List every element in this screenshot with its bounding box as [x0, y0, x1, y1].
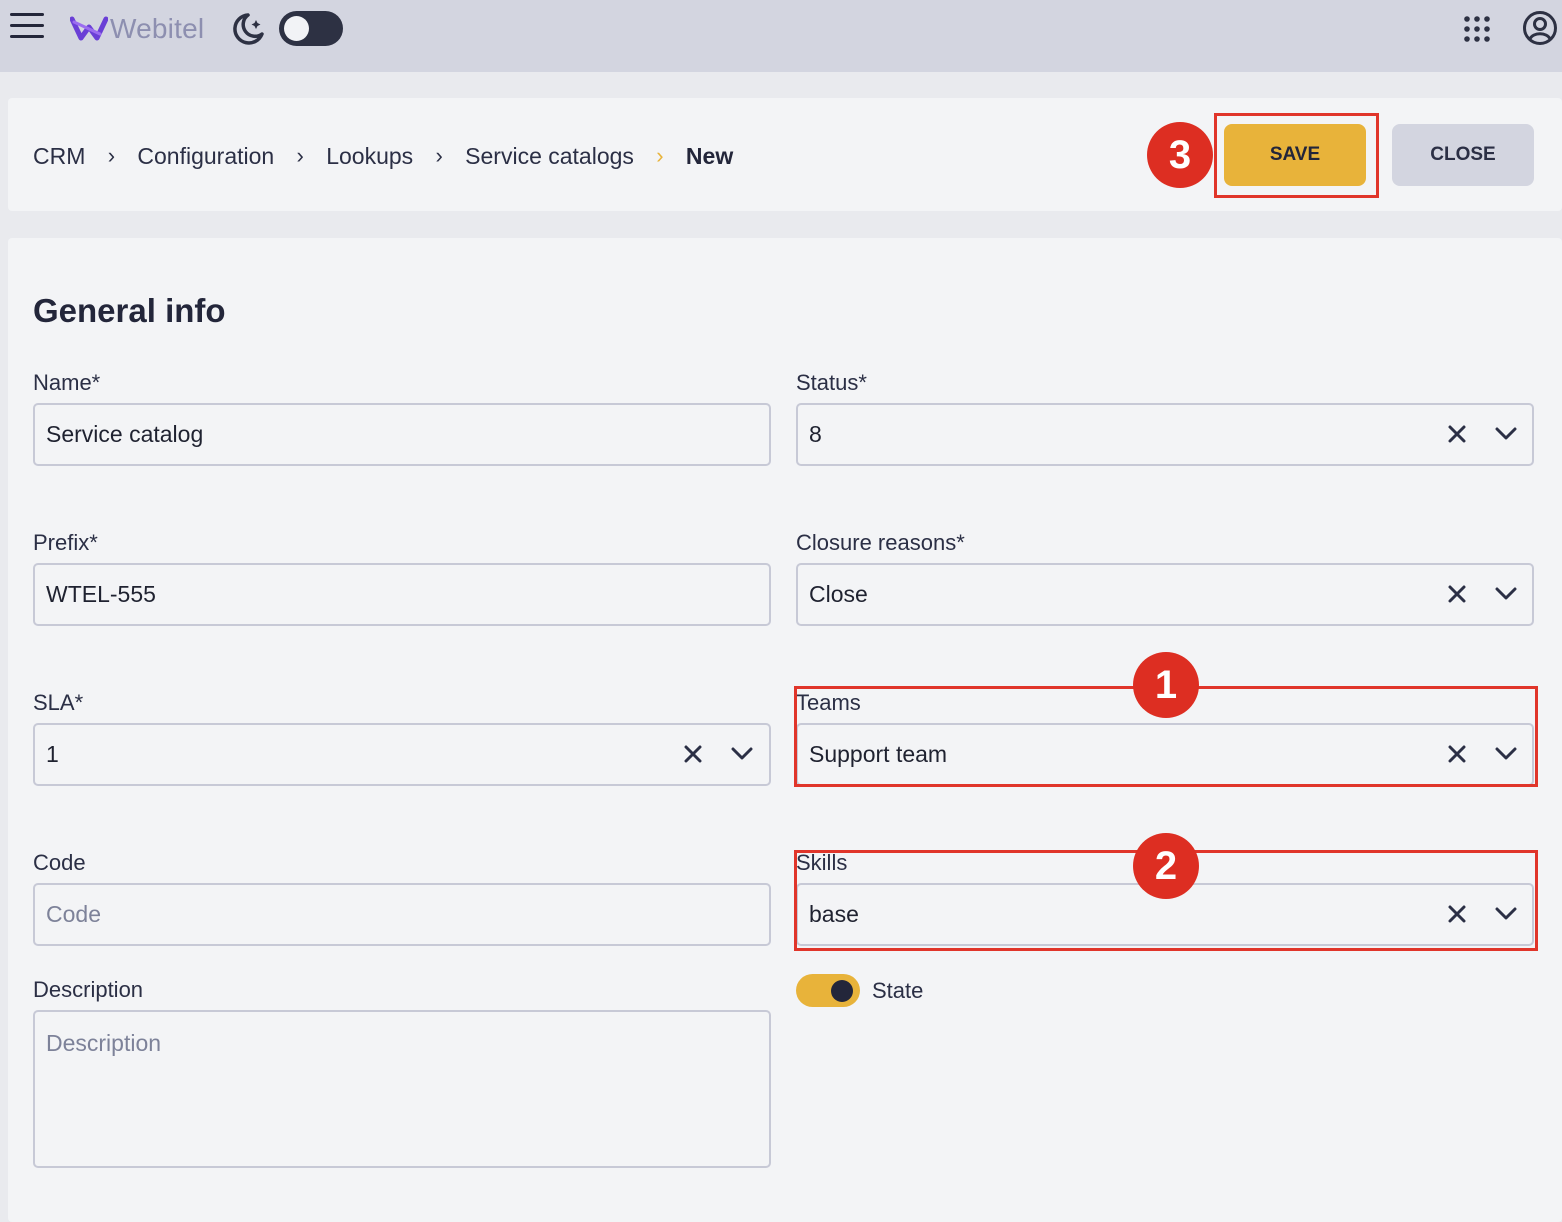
state-toggle-knob	[831, 980, 853, 1002]
apps-grid-icon[interactable]	[1463, 15, 1491, 43]
prefix-label: Prefix*	[33, 530, 98, 555]
clear-icon[interactable]	[683, 744, 703, 764]
code-placeholder: Code	[46, 901, 101, 927]
close-button[interactable]: CLOSE	[1392, 124, 1534, 186]
moon-stars-icon[interactable]	[230, 12, 266, 46]
description-textarea[interactable]: Description	[33, 1010, 771, 1168]
breadcrumb-separator: ›	[107, 143, 116, 168]
save-button[interactable]: SAVE	[1224, 124, 1366, 186]
account-icon[interactable]	[1522, 10, 1558, 46]
sla-label: SLA*	[33, 690, 84, 715]
breadcrumb-item-configuration[interactable]: Configuration	[137, 143, 274, 170]
prefix-value: WTEL-555	[46, 581, 156, 607]
chevron-down-icon[interactable]	[1495, 427, 1517, 441]
name-input[interactable]: Service catalog	[33, 403, 771, 466]
name-label: Name*	[33, 370, 101, 395]
top-bar: Webitel	[0, 0, 1562, 72]
breadcrumb-separator: ›	[296, 143, 304, 168]
prefix-input[interactable]: WTEL-555	[33, 563, 771, 626]
description-label: Description	[33, 977, 144, 1002]
chevron-down-icon[interactable]	[1495, 587, 1517, 601]
breadcrumb-item-service-catalogs[interactable]: Service catalogs	[465, 143, 634, 170]
section-title: General info	[33, 292, 226, 329]
closure-reasons-label: Closure reasons*	[796, 530, 965, 555]
breadcrumb: CRM › Configuration › Lookups › Service …	[33, 138, 733, 174]
sla-select[interactable]: 1	[33, 723, 771, 786]
clear-icon[interactable]	[1447, 584, 1467, 604]
breadcrumb-separator: ›	[435, 143, 443, 168]
code-input[interactable]: Code	[33, 883, 771, 946]
breadcrumb-separator: ›	[656, 143, 664, 168]
name-value: Service catalog	[46, 421, 204, 447]
annotation-badge-1: 1	[1133, 652, 1199, 718]
breadcrumb-item-crm[interactable]: CRM	[33, 143, 85, 170]
state-toggle[interactable]	[796, 974, 860, 1007]
closure-reasons-select[interactable]: Close	[796, 563, 1534, 626]
webitel-logo-icon	[70, 16, 108, 41]
annotation-badge-2: 2	[1133, 833, 1199, 899]
theme-toggle[interactable]	[279, 11, 343, 46]
code-label: Code	[33, 850, 86, 875]
state-label: State	[872, 978, 924, 1003]
webitel-logo[interactable]: Webitel	[70, 12, 204, 46]
description-placeholder: Description	[46, 1030, 162, 1056]
status-label: Status*	[796, 370, 867, 395]
annotation-badge-3: 3	[1147, 122, 1213, 188]
chevron-down-icon[interactable]	[731, 747, 753, 761]
clear-icon[interactable]	[1447, 424, 1467, 444]
theme-toggle-knob	[284, 16, 309, 41]
status-value: 8	[809, 421, 822, 447]
sla-value: 1	[46, 741, 59, 767]
hamburger-menu-icon[interactable]	[10, 13, 44, 43]
status-select[interactable]: 8	[796, 403, 1534, 466]
closure-reasons-value: Close	[809, 581, 868, 607]
breadcrumb-item-lookups[interactable]: Lookups	[326, 143, 413, 170]
logo-text: Webitel	[110, 13, 205, 44]
breadcrumb-current: New	[685, 142, 734, 169]
